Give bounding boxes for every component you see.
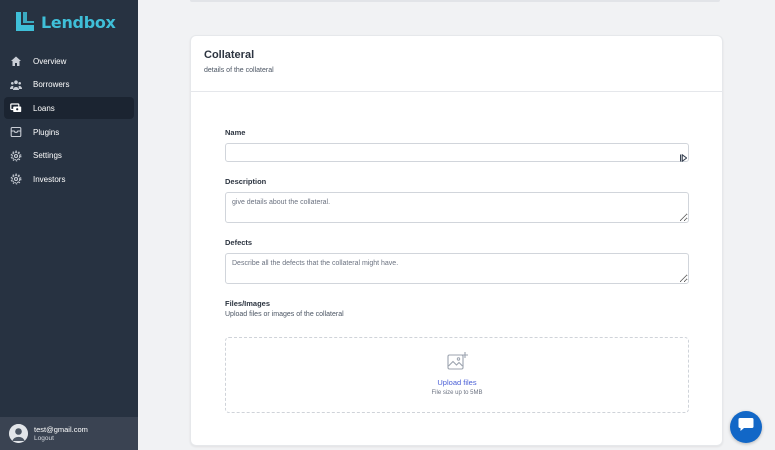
- sidebar-item-label: Borrowers: [33, 80, 70, 90]
- sidebar-item-plugins[interactable]: Plugins: [4, 121, 134, 143]
- chat-icon: [738, 417, 754, 437]
- sidebar: Lendbox Overview Borrowers Loans Plugins…: [0, 0, 138, 450]
- gear-icon: [10, 150, 22, 162]
- sidebar-item-investors[interactable]: Investors: [4, 168, 134, 190]
- chat-button[interactable]: [730, 411, 762, 443]
- user-bar: test@gmail.com Logout: [0, 417, 138, 450]
- lendbox-logo-icon: [14, 11, 36, 33]
- image-upload-icon: [447, 351, 469, 371]
- description-textarea[interactable]: [225, 192, 689, 223]
- defects-textarea[interactable]: [225, 253, 689, 284]
- files-subtitle: Upload files or images of the collateral: [225, 311, 344, 318]
- cog-icon: [10, 173, 22, 185]
- sidebar-item-settings[interactable]: Settings: [4, 145, 134, 167]
- sidebar-item-label: Settings: [33, 151, 62, 161]
- avatar[interactable]: [9, 424, 28, 443]
- sidebar-item-borrowers[interactable]: Borrowers: [4, 74, 134, 96]
- sidebar-nav: Overview Borrowers Loans Plugins Setting…: [4, 50, 134, 192]
- collateral-card: Collateral details of the collateral Nam…: [190, 35, 723, 446]
- logout-link[interactable]: Logout: [34, 434, 88, 443]
- upload-files-link[interactable]: Upload files: [226, 378, 688, 387]
- files-label: Files/Images: [225, 299, 271, 308]
- sidebar-item-label: Investors: [33, 174, 66, 184]
- autofill-icon[interactable]: [680, 149, 688, 163]
- users-icon: [10, 79, 22, 91]
- file-dropzone[interactable]: Upload files File size up to 5MB: [225, 337, 689, 413]
- box-icon: [10, 126, 22, 138]
- name-label: Name: [225, 128, 246, 137]
- card-subtitle: details of the collateral: [204, 67, 274, 74]
- card-title: Collateral: [204, 49, 255, 61]
- user-email: test@gmail.com: [34, 424, 88, 434]
- sidebar-item-loans[interactable]: Loans: [4, 97, 134, 120]
- previous-card-edge: [190, 0, 720, 2]
- file-size-hint: File size up to 5MB: [431, 390, 483, 396]
- sidebar-item-label: Loans: [33, 103, 55, 113]
- user-info: test@gmail.com Logout: [34, 425, 88, 443]
- defects-label: Defects: [225, 238, 253, 247]
- cash-icon: [10, 102, 22, 114]
- description-label: Description: [225, 177, 267, 186]
- brand-name: Lendbox: [41, 12, 116, 32]
- card-header: Collateral details of the collateral: [191, 36, 722, 92]
- sidebar-item-label: Plugins: [33, 127, 60, 137]
- home-icon: [10, 55, 22, 67]
- sidebar-item-label: Overview: [33, 56, 67, 66]
- sidebar-item-overview[interactable]: Overview: [4, 50, 134, 72]
- name-input[interactable]: [225, 143, 689, 162]
- brand[interactable]: Lendbox: [14, 11, 116, 33]
